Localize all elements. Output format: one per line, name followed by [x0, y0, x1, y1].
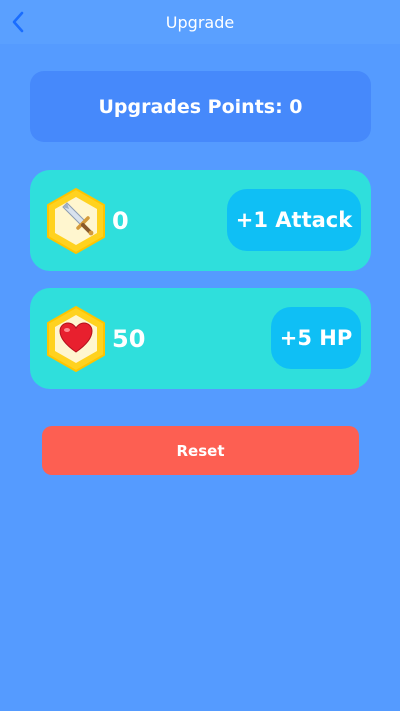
add-hp-button[interactable]: +5 HP — [271, 307, 361, 369]
attack-badge — [45, 187, 107, 255]
nav-bar: Upgrade — [0, 0, 400, 44]
add-attack-button[interactable]: +1 Attack — [227, 189, 361, 251]
reset-button[interactable]: Reset — [42, 426, 359, 475]
hp-badge — [45, 305, 107, 373]
page-title: Upgrade — [165, 12, 235, 32]
chevron-left-icon — [12, 11, 24, 33]
upgrade-points-label: Upgrades Points: 0 — [98, 95, 303, 118]
attack-value: 0 — [112, 206, 129, 235]
upgrade-points-card: Upgrades Points: 0 — [30, 71, 371, 142]
back-button[interactable] — [4, 6, 32, 38]
attack-stat-card: 0 +1 Attack — [30, 170, 371, 271]
hp-value: 50 — [112, 324, 146, 353]
hp-stat-card: 50 +5 HP — [30, 288, 371, 389]
